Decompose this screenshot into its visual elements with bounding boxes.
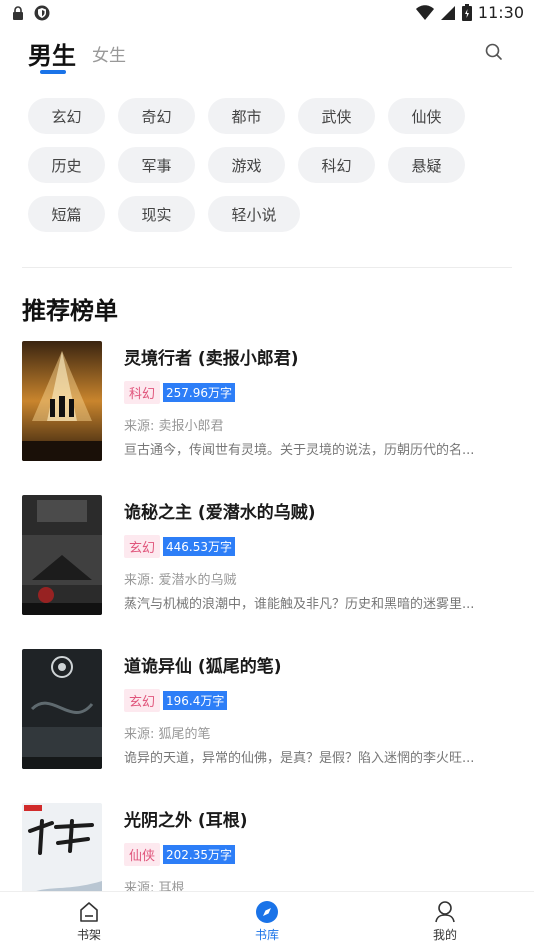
category-chip[interactable]: 都市 <box>208 98 285 134</box>
book-source: 来源: 耳根 <box>124 881 185 891</box>
book-cover[interactable] <box>22 341 102 461</box>
book-cover[interactable] <box>22 649 102 769</box>
status-bar: 11:30 <box>0 0 534 28</box>
book-title[interactable]: 道诡异仙 (狐尾的笔) <box>124 652 281 677</box>
genre-tag: 仙侠 <box>124 843 161 866</box>
book-tags: 玄幻 446.53万字 <box>124 535 236 558</box>
book-tags: 仙侠 202.35万字 <box>124 843 236 866</box>
battery-icon <box>461 4 472 21</box>
book-cover[interactable] <box>22 803 102 891</box>
category-chip[interactable]: 历史 <box>28 147 105 183</box>
genre-tag: 玄幻 <box>124 689 161 712</box>
book-source: 来源: 卖报小郎君 <box>124 419 224 434</box>
word-count-tag: 196.4万字 <box>163 691 228 710</box>
category-chip[interactable]: 仙侠 <box>388 98 465 134</box>
book-description: 亘古通今，传闻世有灵境。关于灵境的说法，历朝历代的名... <box>124 443 475 458</box>
category-chip[interactable]: 游戏 <box>208 147 285 183</box>
bottom-nav: 书架 书库 我的 <box>0 891 534 950</box>
header: 男生 女生 <box>0 30 534 80</box>
category-chip[interactable]: 短篇 <box>28 196 105 232</box>
book-source: 来源: 爱潜水的乌贼 <box>124 573 237 588</box>
category-chip[interactable]: 武侠 <box>298 98 375 134</box>
compass-icon <box>256 901 278 923</box>
category-chip[interactable]: 现实 <box>118 196 195 232</box>
book-cover[interactable] <box>22 495 102 615</box>
book-tags: 玄幻 196.4万字 <box>124 689 228 712</box>
signal-icon <box>440 5 455 20</box>
bookshelf-icon <box>80 902 98 922</box>
book-description: 诡异的天道，异常的仙佛，是真？是假？陷入迷惘的李火旺... <box>124 751 475 766</box>
category-chip[interactable]: 玄幻 <box>28 98 105 134</box>
book-description: 蒸汽与机械的浪潮中，谁能触及非凡？历史和黑暗的迷雾里... <box>124 597 475 612</box>
search-icon <box>485 43 502 60</box>
book-item[interactable]: 灵境行者 (卖报小郎君) 科幻 257.96万字 来源: 卖报小郎君 亘古通今，… <box>22 341 512 461</box>
tab-male[interactable]: 男生 <box>28 36 76 71</box>
nav-label: 书库 <box>254 928 279 942</box>
nav-label: 我的 <box>432 928 457 942</box>
shield-icon <box>34 5 50 21</box>
book-item[interactable]: 光阴之外 (耳根) 仙侠 202.35万字 来源: 耳根 <box>22 803 512 891</box>
section-title: 推荐榜单 <box>22 297 118 325</box>
word-count-tag: 257.96万字 <box>163 383 236 402</box>
book-title[interactable]: 诡秘之主 (爱潜水的乌贼) <box>124 498 315 523</box>
status-right: 11:30 <box>415 3 524 22</box>
tab-active-indicator <box>40 70 66 74</box>
book-title[interactable]: 光阴之外 (耳根) <box>124 806 247 831</box>
category-chip[interactable]: 科幻 <box>298 147 375 183</box>
word-count-tag: 446.53万字 <box>163 537 236 556</box>
wifi-icon <box>415 4 434 20</box>
category-chip[interactable]: 悬疑 <box>388 147 465 183</box>
tab-female[interactable]: 女生 <box>92 41 126 66</box>
category-chip[interactable]: 军事 <box>118 147 195 183</box>
profile-icon <box>435 901 455 923</box>
category-chip[interactable]: 轻小说 <box>208 196 300 232</box>
nav-library[interactable]: 书库 <box>237 900 297 948</box>
book-title[interactable]: 灵境行者 (卖报小郎君) <box>124 344 298 369</box>
nav-profile[interactable]: 我的 <box>415 900 475 948</box>
genre-tag: 玄幻 <box>124 535 161 558</box>
nav-label: 书架 <box>76 928 101 942</box>
search-button[interactable] <box>482 40 506 64</box>
status-left <box>12 5 50 21</box>
lock-icon <box>13 6 23 20</box>
status-time: 11:30 <box>477 3 524 22</box>
book-source: 来源: 狐尾的笔 <box>124 727 211 742</box>
book-item[interactable]: 道诡异仙 (狐尾的笔) 玄幻 196.4万字 来源: 狐尾的笔 诡异的天道，异常… <box>22 649 512 769</box>
category-chip[interactable]: 奇幻 <box>118 98 195 134</box>
word-count-tag: 202.35万字 <box>163 845 236 864</box>
nav-bookshelf[interactable]: 书架 <box>59 900 119 948</box>
section-divider <box>22 267 512 268</box>
book-tags: 科幻 257.96万字 <box>124 381 236 404</box>
book-item[interactable]: 诡秘之主 (爱潜水的乌贼) 玄幻 446.53万字 来源: 爱潜水的乌贼 蒸汽与… <box>22 495 512 615</box>
genre-tag: 科幻 <box>124 381 161 404</box>
